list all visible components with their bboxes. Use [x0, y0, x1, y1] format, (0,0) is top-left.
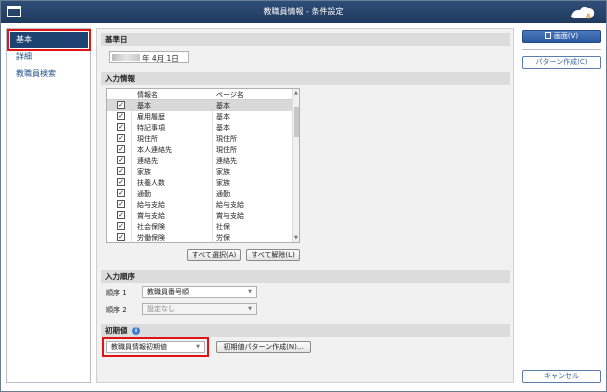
dialog-window: 教職員情報 - 条件設定 A 基本 詳細 教職員検索 基準日 年 4月 1日 入… [0, 0, 607, 392]
main-panel: 基準日 年 4月 1日 入力情報 情報名 ページ名 ✓ 基本 基本 ✓ 雇用履歴… [96, 28, 514, 383]
base-date-heading: 基準日 [101, 33, 510, 46]
row-name: 現住所 [137, 135, 158, 143]
grid-header: 情報名 ページ名 [107, 89, 293, 100]
chevron-down-icon: ▼ [196, 344, 200, 350]
table-row[interactable]: ✓ 連絡先 連絡先 [107, 155, 293, 166]
row-name: 労働保険 [137, 234, 165, 242]
row-name: 連絡先 [137, 157, 158, 165]
row-checkbox[interactable]: ✓ [117, 167, 125, 175]
row-page: 現住所 [216, 146, 237, 154]
table-row[interactable]: ✓ 社会保険 社保 [107, 221, 293, 232]
input-order-heading: 入力順序 [101, 270, 510, 283]
row-checkbox[interactable]: ✓ [117, 156, 125, 164]
chevron-down-icon: ▼ [248, 306, 252, 312]
row-checkbox[interactable]: ✓ [117, 189, 125, 197]
row-page: 連絡先 [216, 157, 237, 165]
row-checkbox[interactable]: ✓ [117, 211, 125, 219]
row-name: 家族 [137, 168, 151, 176]
sidebar-item-basic[interactable]: 基本 [7, 29, 91, 51]
table-row[interactable]: ✓ 賞与支給 賞与支給 [107, 210, 293, 221]
row-page: 家族 [216, 179, 230, 187]
initial-pattern-create-button[interactable]: 初期値パターン作成(N)... [216, 341, 311, 353]
grid-scrollbar[interactable]: ▲ ▼ [292, 89, 299, 242]
svg-text:A: A [586, 13, 591, 20]
row-page: 賞与支給 [216, 212, 244, 220]
order1-value: 教職員番号順 [147, 288, 189, 296]
row-page: 通勤 [216, 190, 230, 198]
table-row[interactable]: ✓ 特記事項 基本 [107, 122, 293, 133]
row-page: 基本 [216, 113, 230, 121]
title-bar: 教職員情報 - 条件設定 A [1, 1, 606, 23]
row-checkbox[interactable]: ✓ [117, 222, 125, 230]
table-row[interactable]: ✓ 本人連絡先 現住所 [107, 144, 293, 155]
row-page: 基本 [216, 102, 230, 110]
row-name: 雇用履歴 [137, 113, 165, 121]
scroll-thumb[interactable] [294, 107, 299, 137]
chevron-down-icon: ▼ [248, 289, 252, 295]
row-page: 給与支給 [216, 201, 244, 209]
row-checkbox[interactable]: ✓ [117, 123, 125, 131]
row-name: 給与支給 [137, 201, 165, 209]
row-name: 社会保険 [137, 223, 165, 231]
row-checkbox[interactable]: ✓ [117, 145, 125, 153]
initial-value-select[interactable]: 教職員情報初期値 ▼ [102, 337, 209, 357]
pattern-create-button[interactable]: パターン作成(C) [522, 56, 601, 69]
row-page: 労保 [216, 234, 230, 242]
order1-label: 順序 1 [106, 289, 127, 297]
scroll-up-icon[interactable]: ▲ [294, 90, 298, 96]
row-checkbox[interactable]: ✓ [117, 200, 125, 208]
row-name: 扶養人数 [137, 179, 165, 187]
sidebar-item-staff-search[interactable]: 教職員検索 [10, 66, 88, 82]
row-checkbox[interactable]: ✓ [117, 178, 125, 186]
order2-label: 順序 2 [106, 306, 127, 314]
screen-icon [544, 32, 551, 39]
row-checkbox[interactable]: ✓ [117, 233, 125, 241]
sidebar: 基本 詳細 教職員検索 [6, 28, 91, 383]
cancel-button[interactable]: キャンセル [522, 370, 601, 383]
row-page: 基本 [216, 124, 230, 132]
row-page: 家族 [216, 168, 230, 176]
select-all-button[interactable]: すべて選択(A) [187, 249, 241, 261]
base-date-value: 年 4月 1日 [142, 54, 179, 63]
row-checkbox[interactable]: ✓ [117, 134, 125, 142]
order1-select[interactable]: 教職員番号順 ▼ [142, 286, 257, 298]
table-row[interactable]: ✓ 労働保険 労保 [107, 232, 293, 242]
window-title: 教職員情報 - 条件設定 [263, 7, 344, 16]
brand-logo-icon: A [571, 6, 595, 20]
initial-value-selected: 教職員情報初期値 [111, 343, 167, 351]
redacted-year [112, 54, 140, 61]
initial-value-heading: 初期値 [101, 324, 510, 337]
screen-button-label: 画面(V) [553, 32, 579, 40]
row-name: 賞与支給 [137, 212, 165, 220]
table-row[interactable]: ✓ 家族 家族 [107, 166, 293, 177]
base-date-field[interactable]: 年 4月 1日 [109, 51, 189, 63]
screen-button[interactable]: 画面(V) [522, 30, 601, 43]
table-row[interactable]: ✓ 雇用履歴 基本 [107, 111, 293, 122]
input-info-grid: 情報名 ページ名 ✓ 基本 基本 ✓ 雇用履歴 基本 ✓ 特記事項 基本 ✓ 現… [106, 88, 300, 243]
row-name: 通勤 [137, 190, 151, 198]
row-name: 基本 [137, 102, 151, 110]
row-checkbox[interactable]: ✓ [117, 101, 125, 109]
row-name: 本人連絡先 [137, 146, 172, 154]
info-icon[interactable]: i [132, 327, 140, 335]
row-page: 社保 [216, 223, 230, 231]
table-row[interactable]: ✓ 基本 基本 [107, 100, 293, 111]
order2-select[interactable]: 設定なし ▼ [142, 303, 257, 315]
row-checkbox[interactable]: ✓ [117, 112, 125, 120]
row-name: 特記事項 [137, 124, 165, 132]
column-header-page: ページ名 [216, 91, 244, 99]
table-row[interactable]: ✓ 現住所 現住所 [107, 133, 293, 144]
order2-value: 設定なし [147, 305, 175, 313]
scroll-down-icon[interactable]: ▼ [294, 235, 298, 241]
divider [522, 49, 601, 50]
row-page: 現住所 [216, 135, 237, 143]
table-row[interactable]: ✓ 給与支給 給与支給 [107, 199, 293, 210]
input-info-heading: 入力情報 [101, 72, 510, 85]
table-row[interactable]: ✓ 扶養人数 家族 [107, 177, 293, 188]
column-header-name: 情報名 [137, 91, 158, 99]
deselect-all-button[interactable]: すべて解除(L) [246, 249, 300, 261]
sidebar-item-detail[interactable]: 詳細 [10, 49, 88, 65]
table-row[interactable]: ✓ 通勤 通勤 [107, 188, 293, 199]
initial-value-label: 初期値 [105, 326, 128, 335]
